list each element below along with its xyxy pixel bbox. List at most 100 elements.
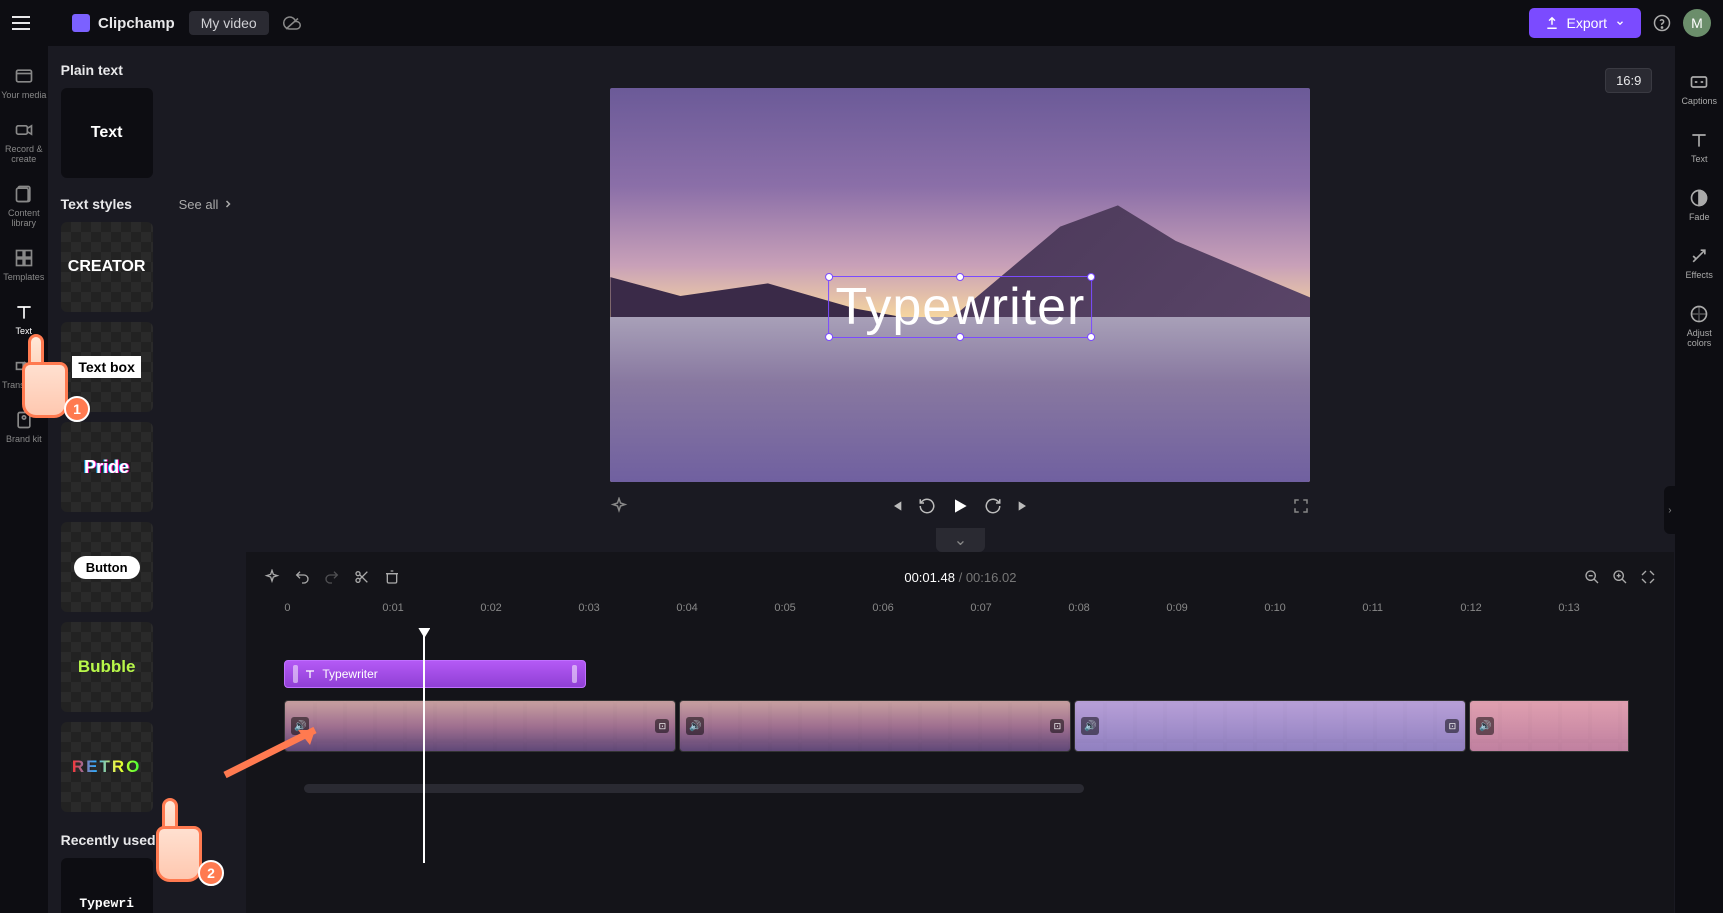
ruler-tick: 0:10 — [1264, 602, 1362, 614]
resize-handle[interactable] — [825, 273, 833, 281]
ruler-tick: 0:09 — [1166, 602, 1264, 614]
plain-text-thumb[interactable]: Text — [61, 88, 153, 178]
video-clip[interactable]: 🔊 ⊡ — [679, 700, 1071, 752]
ruler-tick: 0:04 — [676, 602, 774, 614]
clip-audio-icon[interactable]: 🔊 — [1476, 717, 1494, 735]
project-name[interactable]: My video — [189, 11, 269, 35]
library-icon — [14, 184, 34, 204]
style-bubble-thumb[interactable]: Bubble — [61, 622, 153, 712]
chevron-right-icon — [222, 198, 234, 210]
clip-edge-icon[interactable]: ⊡ — [1050, 719, 1064, 733]
upload-icon — [1545, 16, 1559, 30]
style-textbox-thumb[interactable]: Text box — [61, 322, 153, 412]
nav-transitions[interactable]: Transitions — [0, 346, 48, 400]
prop-captions[interactable]: Captions — [1675, 60, 1723, 118]
clip-grip-left[interactable] — [293, 665, 298, 683]
fit-timeline-button[interactable] — [1640, 569, 1656, 585]
redo-button[interactable] — [324, 569, 340, 585]
zoom-in-button[interactable] — [1612, 569, 1628, 585]
video-clip[interactable]: 🔊 ⊡ — [1074, 700, 1466, 752]
nav-label: Templates — [3, 272, 44, 282]
clip-edge-icon[interactable]: ⊡ — [655, 719, 669, 733]
ruler-tick: 0:12 — [1460, 602, 1558, 614]
nav-your-media[interactable]: Your media — [0, 56, 48, 110]
clip-audio-icon[interactable]: 🔊 — [686, 717, 704, 735]
clip-label: Typewriter — [322, 667, 377, 681]
text-icon — [1689, 130, 1709, 150]
text-clip-typewriter[interactable]: Typewriter — [284, 660, 586, 688]
prop-label: Adjust colors — [1675, 328, 1723, 348]
text-side-panel: Plain text Text Text styles See all CREA… — [49, 46, 247, 913]
aspect-ratio-button[interactable]: 16:9 — [1605, 68, 1652, 93]
fullscreen-button[interactable] — [1292, 497, 1310, 515]
export-button[interactable]: Export — [1529, 8, 1641, 38]
nav-content-library[interactable]: Content library — [0, 174, 48, 238]
resize-handle[interactable] — [956, 333, 964, 341]
total-duration: 00:16.02 — [966, 570, 1017, 585]
zoom-out-button[interactable] — [1584, 569, 1600, 585]
resize-handle[interactable] — [825, 333, 833, 341]
delete-button[interactable] — [384, 569, 400, 585]
resize-handle[interactable] — [1087, 273, 1095, 281]
brandkit-icon — [14, 410, 34, 430]
style-creator-thumb[interactable]: CREATOR — [61, 222, 153, 312]
panel-collapse-right[interactable]: › — [1664, 486, 1675, 534]
timeline-ruler[interactable]: 0 0:01 0:02 0:03 0:04 0:05 0:06 0:07 0:0… — [264, 596, 1656, 620]
ai-sparkle-button[interactable] — [610, 497, 628, 515]
thumb-label: Text — [91, 124, 123, 142]
clip-edge-icon[interactable]: ⊡ — [1445, 719, 1459, 733]
ruler-tick: 0:03 — [578, 602, 676, 614]
playhead[interactable] — [423, 634, 425, 863]
style-pride-thumb[interactable]: Pride — [61, 422, 153, 512]
clip-grip-right[interactable] — [572, 665, 577, 683]
left-nav-rail: Your media Record & create Content libra… — [0, 46, 49, 913]
help-icon[interactable] — [1653, 14, 1671, 32]
prop-effects[interactable]: Effects — [1675, 234, 1723, 292]
thumb-label: Text box — [72, 356, 141, 378]
resize-handle[interactable] — [1087, 333, 1095, 341]
timeline-collapse-toggle[interactable]: ⌄ — [936, 528, 985, 552]
seek-back-button[interactable] — [918, 497, 936, 515]
seek-start-button[interactable] — [888, 498, 904, 514]
video-clip[interactable]: 🔊 ⊡ — [284, 700, 676, 752]
style-button-thumb[interactable]: Button — [61, 522, 153, 612]
nav-templates[interactable]: Templates — [0, 238, 48, 292]
style-retro-thumb[interactable]: RETRO — [61, 722, 153, 812]
app-logo-icon — [72, 14, 90, 32]
prop-fade[interactable]: Fade — [1675, 176, 1723, 234]
clip-audio-icon[interactable]: 🔊 — [1081, 717, 1099, 735]
see-all-link[interactable]: See all — [179, 197, 235, 212]
export-label: Export — [1567, 15, 1607, 31]
prop-text[interactable]: Text — [1675, 118, 1723, 176]
seek-end-button[interactable] — [1016, 498, 1032, 514]
section-recently-used: Recently used — [61, 832, 235, 848]
nav-record-create[interactable]: Record & create — [0, 110, 48, 174]
hamburger-menu[interactable] — [12, 9, 40, 37]
nav-label: Transitions — [2, 380, 46, 390]
text-selection-box[interactable]: Typewriter — [828, 276, 1092, 338]
undo-button[interactable] — [294, 569, 310, 585]
video-canvas[interactable]: Typewriter — [610, 88, 1310, 482]
preview-text-overlay[interactable]: Typewriter — [835, 278, 1085, 336]
nav-brand-kit[interactable]: Brand kit — [0, 400, 48, 454]
recent-typewriter-thumb[interactable]: Typewri — [61, 858, 153, 913]
play-button[interactable] — [950, 496, 970, 516]
split-button[interactable] — [354, 569, 370, 585]
ruler-tick: 0:11 — [1362, 602, 1460, 614]
seek-fwd-button[interactable] — [984, 497, 1002, 515]
user-avatar[interactable]: M — [1683, 9, 1711, 37]
nav-label: Text — [16, 326, 33, 336]
preview-bg-water — [610, 317, 1310, 482]
templates-icon — [14, 248, 34, 268]
prop-adjust-colors[interactable]: Adjust colors — [1675, 292, 1723, 360]
nav-text[interactable]: Text — [0, 292, 48, 346]
transitions-icon — [14, 356, 34, 376]
video-clip[interactable]: 🔊 — [1469, 700, 1629, 752]
timeline-scrollbar[interactable] — [304, 784, 1084, 793]
nav-label: Your media — [1, 90, 46, 100]
clip-audio-icon[interactable]: 🔊 — [291, 717, 309, 735]
resize-handle[interactable] — [956, 273, 964, 281]
see-all-label: See all — [179, 197, 219, 212]
timeline-tracks: Typewriter 🔊 ⊡ 🔊 ⊡ 🔊 ⊡ — [264, 660, 1656, 793]
magic-tool-button[interactable] — [264, 569, 280, 585]
